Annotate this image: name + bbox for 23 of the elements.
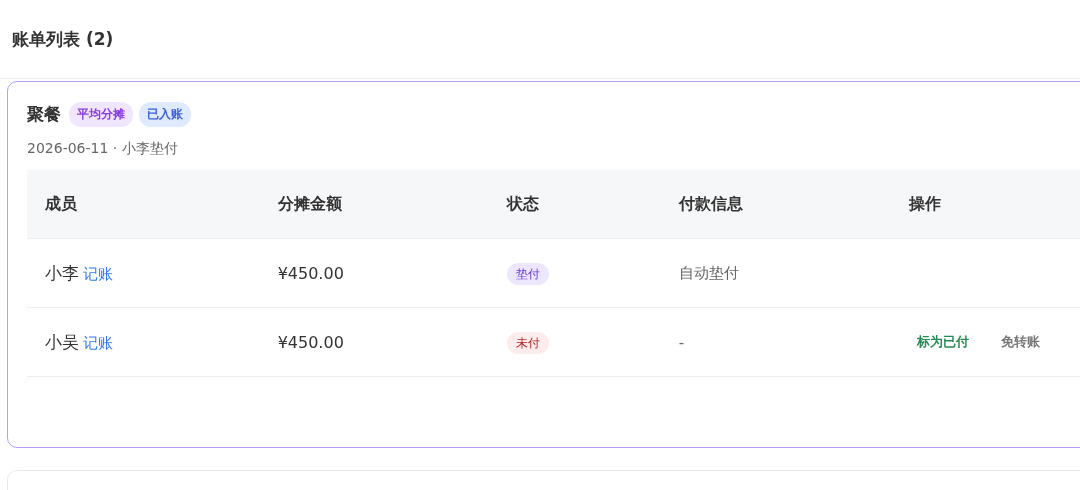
column-header: 状态 xyxy=(489,170,661,239)
payment-info: - xyxy=(678,333,685,352)
section-title: 账单列表 (2) xyxy=(12,27,114,51)
bookkeep-link[interactable]: 记账 xyxy=(83,333,113,352)
member-name: 小李 xyxy=(45,262,79,283)
bill-title: 聚餐 xyxy=(27,103,61,126)
amount-cell: ¥450.00 xyxy=(259,307,490,377)
bill-card[interactable]: 聚餐 平均分摊 已入账 2026-06-11 · 小李垫付 成员 分摊金额 状态 付款信息 操作 小李 记账 ¥450.00 垫付 自动垫付 小吴 记账 ¥450.00 未付 - 标为已付 免转账 xyxy=(7,81,1080,448)
payment-info: 自动垫付 xyxy=(678,264,739,282)
bill-meta: 2026-06-11 · 小李垫付 xyxy=(27,140,179,158)
amount-cell: ¥450.00 xyxy=(259,238,490,308)
column-header: 操作 xyxy=(891,170,1080,239)
column-header: 付款信息 xyxy=(660,170,892,239)
status-badge: 垫付 xyxy=(507,263,550,285)
bill-tag: 已入账 xyxy=(139,102,191,127)
column-header: 成员 xyxy=(27,170,260,239)
bill-tag: 平均分摊 xyxy=(69,102,133,127)
status-badge: 未付 xyxy=(507,332,550,354)
column-header: 分摊金额 xyxy=(259,170,490,239)
member-name: 小吴 xyxy=(45,331,79,352)
action-button[interactable]: 免转账 xyxy=(993,329,1049,355)
action-button[interactable]: 标为已付 xyxy=(909,329,978,355)
bookkeep-link[interactable]: 记账 xyxy=(83,264,113,283)
